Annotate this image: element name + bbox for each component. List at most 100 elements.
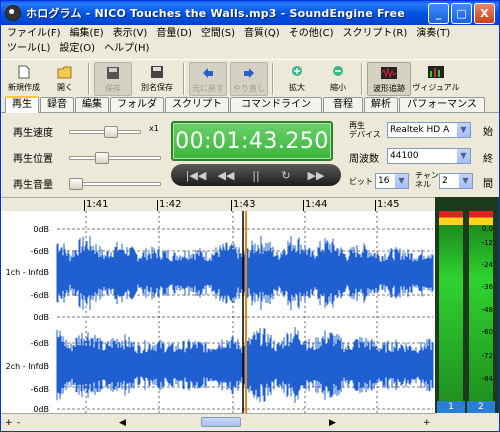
zoom-in-label: 拡大	[289, 83, 305, 92]
zoom-out-button[interactable]: 縮小	[319, 62, 357, 96]
visual-button[interactable]: ヴィジュアル	[412, 62, 460, 96]
device-select[interactable]: Realtek HD A ▼	[387, 122, 471, 138]
freq-select[interactable]: 44100 ▼	[387, 148, 471, 164]
tab-analysis[interactable]: 解析	[364, 97, 398, 112]
tab-performance[interactable]: パフォーマンス	[399, 97, 485, 112]
save-as-icon	[149, 64, 165, 80]
pause-button[interactable]: ||	[245, 169, 267, 182]
device-value: Realtek HD A	[390, 125, 450, 135]
tab-pitch[interactable]: 音程	[323, 97, 363, 112]
menu-edit[interactable]: 編集(E)	[70, 26, 104, 41]
redo-button[interactable]: やり直し	[230, 62, 268, 96]
db-label: 1ch - InfdB	[5, 268, 49, 277]
chevron-down-icon: ▼	[456, 123, 470, 137]
speed-value: x1	[149, 124, 159, 133]
zoom-out-icon	[330, 64, 346, 80]
undo-label: 元に戻す	[192, 84, 224, 93]
undo-button[interactable]: 元に戻す	[189, 62, 227, 96]
tab-record[interactable]: 録音	[40, 97, 74, 112]
app-icon[interactable]	[5, 5, 21, 21]
zoom-in-h-button[interactable]: +	[5, 418, 13, 428]
bit-select[interactable]: 16 ▼	[375, 173, 409, 189]
folder-icon	[57, 64, 73, 80]
menu-quality[interactable]: 音質(Q)	[244, 26, 280, 41]
waveform-view[interactable]: 0dB -6dB 1ch - InfdB -6dB 0dB -6dB 2ch -…	[1, 211, 435, 414]
chevron-down-icon: ▼	[394, 174, 408, 188]
time-ruler[interactable]: 1:41 1:42 1:43 1:44 1:45	[1, 197, 435, 211]
waveform-canvas[interactable]	[1, 211, 435, 413]
rewind-button[interactable]: ◀◀	[215, 169, 237, 182]
volume-label: 再生音量	[13, 180, 53, 191]
speed-label: 再生速度	[13, 128, 53, 139]
position-slider-thumb[interactable]	[95, 152, 109, 164]
visual-label: ヴィジュアル	[412, 83, 460, 92]
redo-label: やり直し	[233, 84, 265, 93]
scroll-left-button[interactable]: ◀	[119, 418, 126, 428]
menu-script[interactable]: スクリプト(R)	[343, 26, 408, 41]
menu-help[interactable]: ヘルプ(H)	[104, 41, 149, 56]
db-label: -6dB	[30, 291, 49, 300]
save-as-label: 別名保存	[141, 83, 173, 92]
speed-slider-thumb[interactable]	[104, 126, 118, 138]
scroll-right-button[interactable]: ▶	[329, 418, 336, 428]
meter-channel-2: 2	[467, 401, 495, 413]
menu-file[interactable]: ファイル(F)	[7, 26, 61, 41]
zoom-out-h-button[interactable]: -	[17, 418, 20, 428]
title-bar[interactable]: ホログラム - NICO Touches the Walls.mp3 - Sou…	[1, 1, 499, 25]
menu-other[interactable]: その他(C)	[289, 26, 334, 41]
menu-settings[interactable]: 設定(O)	[59, 41, 95, 56]
close-button[interactable]: X	[474, 3, 495, 24]
horizontal-scrollbar[interactable]: + - ◀ ▶ +	[1, 413, 435, 431]
device-label-2: デバイス	[349, 130, 381, 139]
rewind-to-start-button[interactable]: |◀◀	[185, 169, 207, 182]
zoom-out-label: 縮小	[330, 83, 346, 92]
minimize-button[interactable]: _	[428, 3, 449, 24]
end-label: 終	[483, 154, 493, 165]
freq-value: 44100	[390, 151, 419, 161]
save-as-button[interactable]: 別名保存	[135, 62, 179, 96]
menu-play[interactable]: 演奏(T)	[416, 26, 450, 41]
save-label: 保存	[105, 84, 121, 93]
main-window: ホログラム - NICO Touches the Walls.mp3 - Sou…	[0, 0, 500, 432]
channel-value: 2	[442, 176, 448, 186]
maximize-button[interactable]: □	[451, 3, 472, 24]
open-button[interactable]: 開く	[46, 62, 84, 96]
fast-forward-button[interactable]: ▶▶	[305, 169, 327, 182]
meter-scale-label: -36	[481, 283, 493, 291]
db-label: -6dB	[30, 339, 49, 348]
tab-command-line[interactable]: コマンドライン	[230, 97, 322, 112]
device-label-1: 再生	[349, 121, 365, 130]
channel-select[interactable]: 2 ▼	[439, 173, 473, 189]
menu-tool[interactable]: ツール(L)	[7, 41, 50, 56]
zoom-in-h-button-right[interactable]: +	[423, 418, 431, 428]
tab-script[interactable]: スクリプト	[165, 97, 229, 112]
tab-edit[interactable]: 編集	[75, 97, 109, 112]
playback-panel: 再生速度 x1 再生位置 再生音量 00:01:43.250 |◀◀ ◀◀ ||…	[1, 113, 499, 197]
volume-slider-thumb[interactable]	[69, 178, 83, 190]
meter-scale-label: -24	[481, 261, 493, 269]
ruler-tick: 1:42	[156, 199, 182, 211]
time-display: 00:01:43.250	[171, 121, 333, 161]
menu-bar: ファイル(F) 編集(E) 表示(V) 音量(D) 空間(S) 音質(Q) その…	[1, 25, 499, 57]
meter-peak-2	[469, 211, 493, 225]
scroll-thumb[interactable]	[201, 417, 241, 427]
tab-bar: 再生 録音 編集 フォルダ スクリプト コマンドライン 音程 解析 パフォーマン…	[1, 96, 499, 113]
waveform-follow-button[interactable]: 波形追跡	[367, 62, 411, 96]
zoom-in-button[interactable]: 拡大	[278, 62, 316, 96]
tab-play[interactable]: 再生	[5, 96, 39, 113]
menu-space[interactable]: 空間(S)	[201, 26, 235, 41]
freq-label: 周波数	[349, 154, 379, 165]
meter-scale-label: -12	[481, 239, 493, 247]
save-button[interactable]: 保存	[94, 62, 132, 96]
tab-folder[interactable]: フォルダ	[110, 97, 164, 112]
waveform-follow-label: 波形追跡	[373, 84, 405, 93]
interval-label: 間	[483, 179, 493, 190]
menu-volume[interactable]: 音量(D)	[156, 26, 192, 41]
waveform-follow-icon	[381, 65, 397, 81]
meter-scale-label: -48	[481, 306, 493, 314]
loop-button[interactable]: ↻	[275, 169, 297, 182]
menu-view[interactable]: 表示(V)	[113, 26, 148, 41]
position-slider-track[interactable]	[69, 156, 161, 160]
new-button[interactable]: 新規作成	[5, 62, 43, 96]
db-label: -6dB	[30, 247, 49, 256]
